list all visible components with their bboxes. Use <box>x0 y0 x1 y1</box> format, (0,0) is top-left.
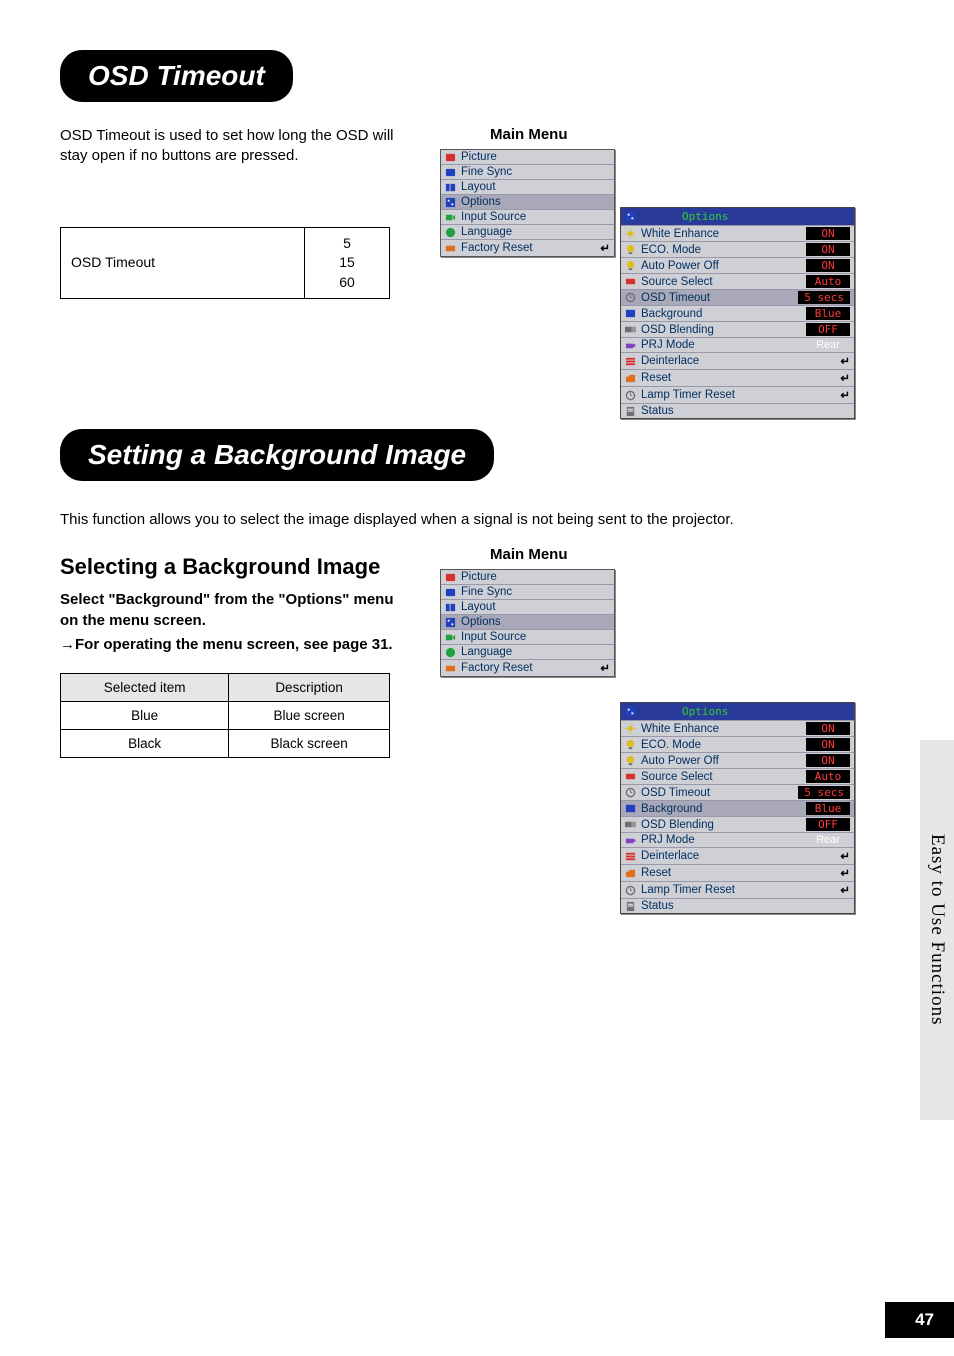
selecting-background-subhead: Selecting a Background Image <box>60 554 400 580</box>
background-icon <box>625 803 636 814</box>
auto-power-off-icon <box>625 260 636 271</box>
lamp-timer-icon <box>625 885 636 896</box>
eco-mode-icon <box>625 739 636 750</box>
layout-icon <box>445 182 456 193</box>
fine-sync-icon <box>445 587 456 598</box>
layout-icon <box>445 602 456 613</box>
osd-main-menu-1: Picture Fine Sync Layout Options Input S… <box>440 149 615 257</box>
main-menu-label-1: Main Menu <box>490 126 615 143</box>
instruction-line-1: Select "Background" from the "Options" m… <box>60 590 400 631</box>
section-title-background: Setting a Background Image <box>60 429 494 481</box>
osd-timeout-table: OSD Timeout 5 15 60 <box>60 227 390 300</box>
source-select-icon <box>625 276 636 287</box>
enter-icon: ↵ <box>840 371 850 385</box>
fine-sync-icon <box>445 167 456 178</box>
osd-timeout-icon <box>625 787 636 798</box>
factory-reset-icon <box>445 663 456 674</box>
reset-icon <box>625 373 636 384</box>
osd-blending-icon <box>625 324 636 335</box>
auto-power-off-icon <box>625 755 636 766</box>
background-icon <box>625 308 636 319</box>
instruction-line-2: For operating the menu screen, see page … <box>75 636 393 653</box>
options-header-icon <box>625 706 636 717</box>
page-number: 47 <box>885 1302 954 1338</box>
osd-blending-icon <box>625 819 636 830</box>
osd-timeout-values: 5 15 60 <box>305 227 390 299</box>
enter-icon: ↵ <box>840 883 850 897</box>
enter-icon: ↵ <box>600 241 610 255</box>
osd-timeout-table-label: OSD Timeout <box>61 227 305 299</box>
osd-options-menu-1: Options White EnhanceON ECO. ModeON Auto… <box>620 207 855 419</box>
input-source-icon <box>445 212 456 223</box>
main-menu-label-2: Main Menu <box>490 546 615 563</box>
white-enhance-icon <box>625 228 636 239</box>
factory-reset-icon <box>445 243 456 254</box>
osd-timeout-icon <box>625 292 636 303</box>
enter-icon: ↵ <box>840 866 850 880</box>
input-source-icon <box>445 632 456 643</box>
options-icon <box>445 197 456 208</box>
options-icon <box>445 617 456 628</box>
source-select-icon <box>625 771 636 782</box>
picture-icon <box>445 572 456 583</box>
language-icon <box>445 647 456 658</box>
lamp-timer-icon <box>625 390 636 401</box>
options-header-icon <box>625 211 636 222</box>
eco-mode-icon <box>625 244 636 255</box>
osd-options-menu-2: Options White EnhanceON ECO. ModeON Auto… <box>620 702 855 914</box>
enter-icon: ↵ <box>840 849 850 863</box>
reset-icon <box>625 868 636 879</box>
background-intro: This function allows you to select the i… <box>60 511 894 528</box>
prj-mode-icon <box>625 835 636 846</box>
osd-timeout-intro: OSD Timeout is used to set how long the … <box>60 126 400 167</box>
prj-mode-icon <box>625 340 636 351</box>
picture-icon <box>445 152 456 163</box>
side-tab: Easy to Use Functions <box>920 740 954 1120</box>
section-title-osd-timeout: OSD Timeout <box>60 50 293 102</box>
status-icon <box>625 406 636 417</box>
deinterlace-icon <box>625 851 636 862</box>
osd-main-menu-2: Picture Fine Sync Layout Options Input S… <box>440 569 615 677</box>
deinterlace-icon <box>625 356 636 367</box>
background-description-table: Selected item Description Blue Blue scre… <box>60 673 390 758</box>
enter-icon: ↵ <box>600 661 610 675</box>
white-enhance-icon <box>625 723 636 734</box>
enter-icon: ↵ <box>840 388 850 402</box>
enter-icon: ↵ <box>840 354 850 368</box>
status-icon <box>625 901 636 912</box>
language-icon <box>445 227 456 238</box>
